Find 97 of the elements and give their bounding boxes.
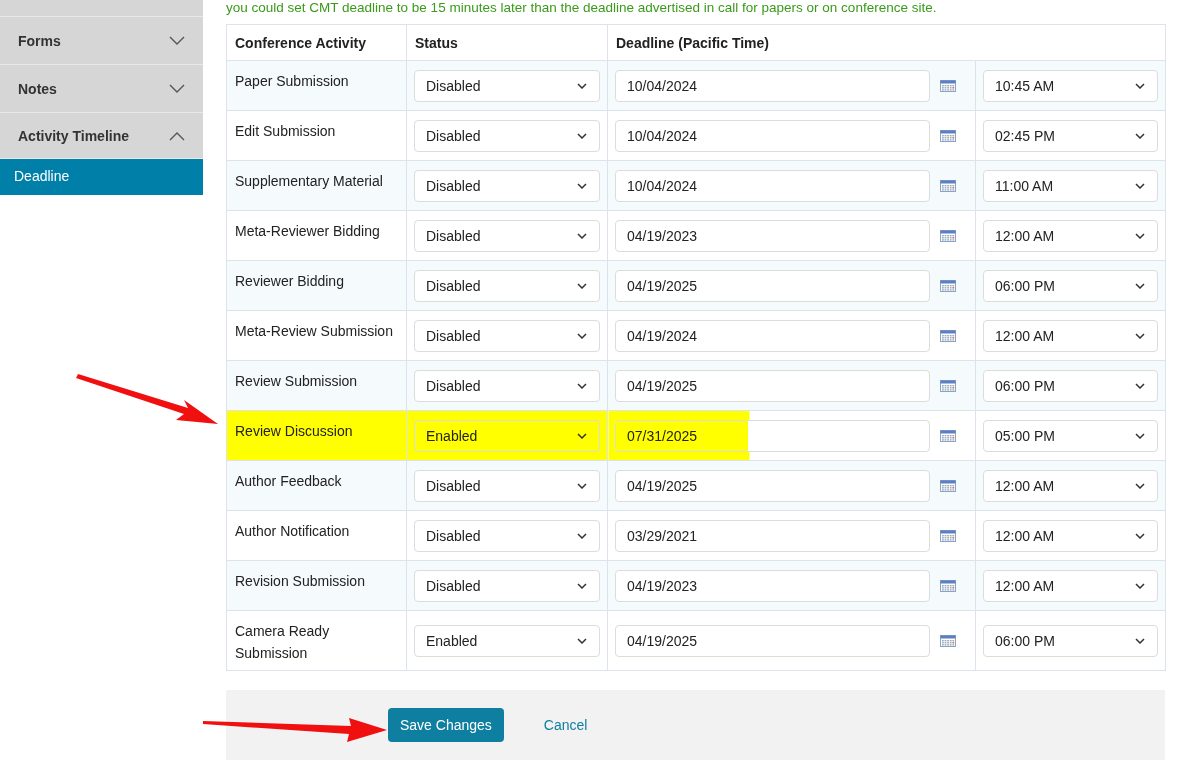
cancel-link[interactable]: Cancel xyxy=(543,717,588,733)
calendar-icon[interactable] xyxy=(940,429,956,442)
calendar-icon[interactable] xyxy=(940,279,956,292)
chevron-up-icon xyxy=(169,130,185,141)
date-field[interactable]: 04/19/2025 xyxy=(615,469,930,502)
time-dropdown[interactable]: 11:00 AM xyxy=(983,169,1158,202)
date-field[interactable]: 03/29/2021 xyxy=(615,519,930,552)
status-dropdown[interactable]: Disabled xyxy=(414,319,600,352)
chevron-down-icon xyxy=(577,82,587,89)
activity-name: Edit Submission xyxy=(235,123,336,139)
time-dropdown[interactable]: 12:00 AM xyxy=(983,319,1158,352)
calendar-icon[interactable] xyxy=(940,529,956,542)
chevron-down-icon xyxy=(577,582,587,589)
time-dropdown[interactable]: 12:00 AM xyxy=(983,469,1158,502)
sidebar-item[interactable]: Notes xyxy=(0,65,203,113)
activity-name: Supplementary Material xyxy=(235,173,383,189)
chevron-down-icon xyxy=(1135,232,1145,239)
chevron-down-icon xyxy=(1135,582,1145,589)
save-button[interactable]: Save Changes xyxy=(388,708,504,742)
column-header: Conference Activity xyxy=(226,24,407,61)
calendar-icon[interactable] xyxy=(940,329,956,342)
status-dropdown[interactable]: Disabled xyxy=(414,519,600,552)
chevron-down-icon xyxy=(1135,532,1145,539)
activity-name: Meta-Reviewer Bidding xyxy=(235,223,380,239)
chevron-down-icon xyxy=(1135,432,1145,439)
status-dropdown[interactable]: Disabled xyxy=(414,69,600,102)
time-dropdown[interactable]: 12:00 AM xyxy=(983,569,1158,602)
sidebar-item[interactable]: Activity Timeline xyxy=(0,113,203,159)
date-field[interactable]: 04/19/2023 xyxy=(615,569,930,602)
chevron-down-icon xyxy=(577,232,587,239)
time-dropdown[interactable]: 12:00 AM xyxy=(983,519,1158,552)
activity-name: Reviewer Bidding xyxy=(235,273,344,289)
chevron-down-icon xyxy=(577,282,587,289)
activity-name: Paper Submission xyxy=(235,73,349,89)
date-field[interactable]: 10/04/2024 xyxy=(615,169,930,202)
date-field[interactable]: 04/19/2023 xyxy=(615,219,930,252)
date-field[interactable]: 04/19/2025 xyxy=(615,369,930,402)
chevron-down-icon xyxy=(1135,482,1145,489)
hint-text: you could set CMT deadline to be 15 minutes later than the deadline advertised in call for papers or on conference site. xyxy=(226,0,938,16)
calendar-icon[interactable] xyxy=(940,479,956,492)
status-dropdown[interactable]: Disabled xyxy=(414,369,600,402)
chevron-down-icon xyxy=(1135,637,1145,644)
sidebar-item[interactable]: Forms xyxy=(0,17,203,65)
time-dropdown[interactable]: 02:45 PM xyxy=(983,119,1158,152)
chevron-down-icon xyxy=(577,382,587,389)
calendar-icon[interactable] xyxy=(940,634,956,647)
time-dropdown[interactable]: 12:00 AM xyxy=(983,219,1158,252)
chevron-down-icon xyxy=(577,432,587,439)
chevron-down-icon xyxy=(1135,132,1145,139)
chevron-down-icon xyxy=(577,182,587,189)
activity-name: Author Notification xyxy=(235,523,350,539)
time-dropdown[interactable]: 06:00 PM xyxy=(983,269,1158,302)
time-dropdown[interactable]: 06:00 PM xyxy=(983,624,1158,657)
chevron-down-icon xyxy=(169,35,185,46)
chevron-down-icon xyxy=(1135,282,1145,289)
calendar-icon[interactable] xyxy=(940,379,956,392)
sidebar-subitem[interactable]: Deadline xyxy=(0,159,203,195)
status-dropdown[interactable]: Disabled xyxy=(414,169,600,202)
time-dropdown[interactable]: 10:45 AM xyxy=(983,69,1158,102)
date-field[interactable]: 04/19/2025 xyxy=(615,624,930,657)
calendar-icon[interactable] xyxy=(940,179,956,192)
date-field[interactable]: 04/19/2024 xyxy=(615,319,930,352)
status-dropdown[interactable]: Disabled xyxy=(414,269,600,302)
chevron-down-icon xyxy=(577,482,587,489)
chevron-down-icon xyxy=(1135,182,1145,189)
chevron-down-icon xyxy=(577,132,587,139)
column-header: Status xyxy=(406,24,608,61)
activity-name: Author Feedback xyxy=(235,473,342,489)
chevron-down-icon xyxy=(577,637,587,644)
date-field[interactable]: 10/04/2024 xyxy=(615,69,930,102)
activity-name: Revision Submission xyxy=(235,573,365,589)
date-field[interactable]: 04/19/2025 xyxy=(615,269,930,302)
column-header: Deadline (Pacific Time) xyxy=(607,24,1166,61)
chevron-down-icon xyxy=(169,83,185,94)
chevron-down-icon xyxy=(1135,382,1145,389)
time-dropdown[interactable]: 05:00 PM xyxy=(983,419,1158,452)
calendar-icon[interactable] xyxy=(940,79,956,92)
activity-name: Review Submission xyxy=(235,373,358,389)
chevron-down-icon xyxy=(577,532,587,539)
date-field[interactable]: 07/31/2025 xyxy=(615,419,930,452)
calendar-icon[interactable] xyxy=(940,129,956,142)
status-dropdown[interactable]: Disabled xyxy=(414,119,600,152)
calendar-icon[interactable] xyxy=(940,229,956,242)
activity-name: Camera Ready Submission xyxy=(235,623,330,661)
activity-name: Meta-Review Submission xyxy=(235,323,393,339)
chevron-down-icon xyxy=(577,332,587,339)
status-dropdown[interactable]: Enabled xyxy=(414,624,600,657)
time-dropdown[interactable]: 06:00 PM xyxy=(983,369,1158,402)
chevron-down-icon xyxy=(1135,82,1145,89)
activity-name: Review Discussion xyxy=(235,423,353,439)
status-dropdown[interactable]: Enabled xyxy=(414,419,600,452)
status-dropdown[interactable]: Disabled xyxy=(414,219,600,252)
calendar-icon[interactable] xyxy=(940,579,956,592)
status-dropdown[interactable]: Disabled xyxy=(414,469,600,502)
date-field[interactable]: 10/04/2024 xyxy=(615,119,930,152)
status-dropdown[interactable]: Disabled xyxy=(414,569,600,602)
chevron-down-icon xyxy=(1135,332,1145,339)
